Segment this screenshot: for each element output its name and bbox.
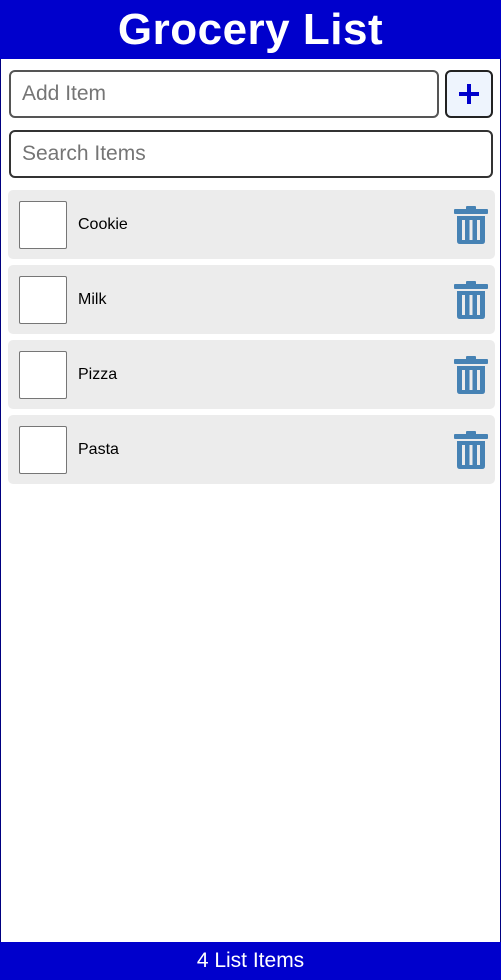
search-input[interactable]: [9, 130, 493, 178]
item-label: Pasta: [78, 441, 119, 458]
list-item: Pasta: [8, 415, 495, 484]
page-title: Grocery List: [117, 4, 384, 54]
item-checkbox[interactable]: [19, 426, 67, 474]
grocery-list: Cookie Milk Pizza Pasta: [8, 190, 495, 490]
item-checkbox[interactable]: [19, 276, 67, 324]
trash-icon[interactable]: [454, 356, 488, 394]
item-label: Milk: [78, 291, 107, 308]
app-header: Grocery List: [0, 0, 501, 59]
item-label: Pizza: [78, 366, 118, 383]
trash-icon[interactable]: [454, 281, 488, 319]
list-item: Cookie: [8, 190, 495, 259]
add-item-row: [9, 70, 493, 118]
trash-icon[interactable]: [454, 206, 488, 244]
list-item: Pizza: [8, 340, 495, 409]
add-item-button[interactable]: [445, 70, 493, 118]
item-checkbox[interactable]: [19, 201, 67, 249]
plus-icon: [459, 84, 479, 104]
item-count: 4 List Items: [196, 949, 305, 972]
trash-icon[interactable]: [454, 431, 488, 469]
list-item: Milk: [8, 265, 495, 334]
add-item-input[interactable]: [9, 70, 439, 118]
app-footer: 4 List Items: [0, 942, 501, 980]
item-label: Cookie: [78, 216, 128, 233]
item-checkbox[interactable]: [19, 351, 67, 399]
